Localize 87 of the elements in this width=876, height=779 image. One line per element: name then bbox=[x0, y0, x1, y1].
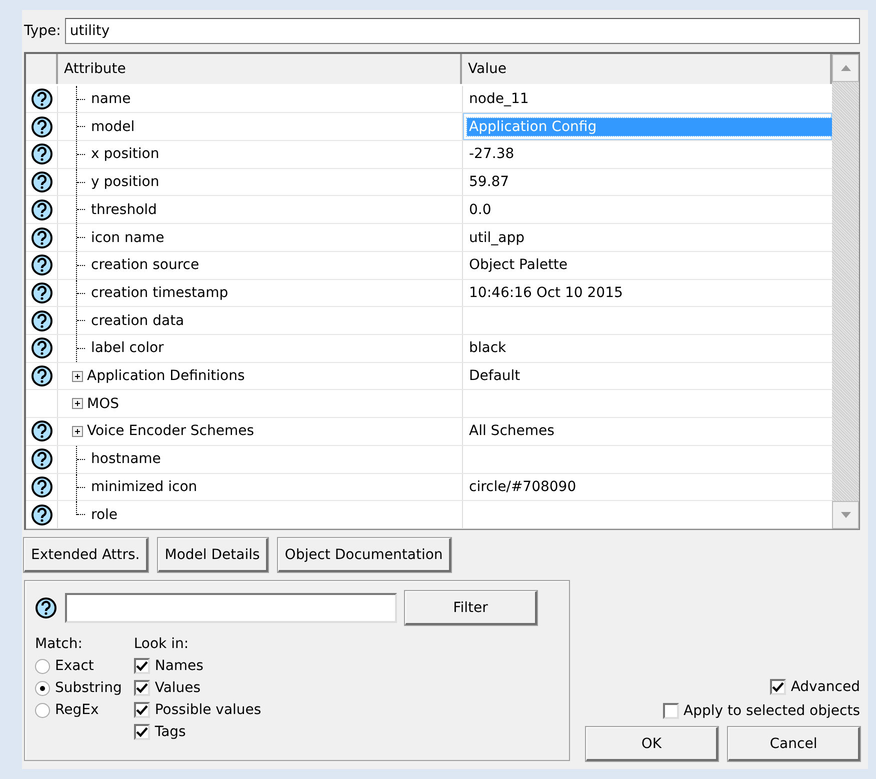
column-header[interactable]: Attribute bbox=[58, 54, 462, 84]
radio-button[interactable] bbox=[35, 680, 50, 696]
checkbox[interactable] bbox=[134, 724, 150, 740]
help-icon[interactable] bbox=[30, 337, 52, 360]
expand-icon[interactable] bbox=[72, 426, 83, 437]
attribute-name[interactable]: x position bbox=[91, 146, 160, 162]
type-label: Type: bbox=[24, 23, 61, 39]
tree-connector bbox=[76, 446, 87, 473]
radio-label[interactable]: Substring bbox=[55, 677, 122, 699]
attribute-name[interactable]: label color bbox=[91, 340, 164, 356]
attribute-name[interactable]: creation timestamp bbox=[91, 284, 228, 301]
checkbox[interactable] bbox=[134, 680, 150, 696]
help-icon[interactable] bbox=[30, 448, 52, 470]
checkbox[interactable] bbox=[770, 679, 786, 695]
action-button[interactable]: Extended Attrs. bbox=[24, 538, 148, 572]
checkbox-label[interactable]: Tags bbox=[154, 721, 186, 743]
tree-connector bbox=[76, 196, 87, 224]
checkbox[interactable] bbox=[662, 703, 679, 719]
action-button[interactable]: Object Documentation bbox=[278, 538, 451, 572]
attribute-value[interactable]: black bbox=[467, 339, 508, 358]
attribute-name[interactable]: hostname bbox=[91, 451, 161, 468]
attribute-value[interactable]: 10:46:16 Oct 10 2015 bbox=[467, 284, 625, 302]
checkbox-label[interactable]: Values bbox=[154, 677, 201, 699]
tree-connector bbox=[76, 307, 87, 334]
action-button[interactable]: Model Details bbox=[158, 538, 268, 572]
radio-button[interactable] bbox=[35, 702, 50, 718]
tree-connector bbox=[76, 168, 87, 196]
checkbox-label[interactable]: Advanced bbox=[790, 679, 860, 695]
look-in-label: Look in: bbox=[134, 635, 190, 654]
radio-label[interactable]: RegEx bbox=[55, 699, 99, 721]
expand-icon[interactable] bbox=[72, 398, 83, 410]
radio-label[interactable]: Exact bbox=[55, 655, 94, 677]
help-icon[interactable] bbox=[30, 476, 52, 498]
help-icon[interactable] bbox=[30, 365, 52, 388]
checkbox-label[interactable]: Names bbox=[154, 655, 204, 677]
help-icon[interactable] bbox=[30, 254, 52, 276]
checkbox[interactable] bbox=[134, 658, 150, 674]
tree-connector bbox=[76, 113, 87, 140]
attribute-name[interactable]: Application Definitions bbox=[87, 368, 245, 384]
attribute-name[interactable]: role bbox=[91, 506, 118, 523]
match-label: Match: bbox=[35, 635, 84, 654]
expand-icon[interactable] bbox=[72, 370, 83, 382]
attribute-value[interactable]: All Schemes bbox=[467, 422, 556, 440]
filter-button[interactable]: Filter bbox=[405, 591, 537, 625]
attribute-name[interactable]: model bbox=[91, 118, 135, 135]
attribute-name[interactable]: threshold bbox=[91, 202, 157, 218]
attribute-name[interactable]: y position bbox=[91, 174, 160, 190]
checkbox-label[interactable]: Possible values bbox=[154, 699, 262, 721]
radio-button[interactable] bbox=[35, 658, 50, 674]
attribute-name[interactable]: icon name bbox=[91, 230, 164, 246]
tree-connector bbox=[76, 224, 87, 251]
dialog-button[interactable]: OK bbox=[586, 727, 718, 761]
attribute-value[interactable]: Object Palette bbox=[467, 256, 570, 274]
help-icon[interactable] bbox=[30, 198, 52, 221]
help-icon[interactable] bbox=[35, 597, 57, 619]
tree-connector bbox=[76, 280, 87, 306]
attribute-name[interactable]: MOS bbox=[87, 396, 119, 412]
checkbox-label[interactable]: Apply to selected objects bbox=[684, 703, 860, 719]
help-icon[interactable] bbox=[30, 310, 52, 332]
help-icon[interactable] bbox=[30, 171, 52, 194]
help-icon[interactable] bbox=[30, 116, 52, 138]
tree-connector bbox=[76, 86, 87, 112]
attribute-value[interactable]: 0.0 bbox=[467, 200, 494, 219]
attribute-name[interactable]: name bbox=[91, 91, 131, 108]
attribute-name[interactable]: creation source bbox=[91, 257, 200, 274]
checkbox[interactable] bbox=[134, 702, 150, 718]
attribute-name[interactable]: Voice Encoder Schemes bbox=[87, 423, 254, 440]
help-icon[interactable] bbox=[30, 504, 52, 526]
attribute-value[interactable]: 59.87 bbox=[467, 173, 512, 192]
help-icon[interactable] bbox=[30, 88, 52, 110]
tree-connector bbox=[76, 141, 87, 168]
attribute-name[interactable]: creation data bbox=[91, 312, 184, 329]
help-icon[interactable] bbox=[30, 143, 52, 166]
attribute-value[interactable]: Default bbox=[467, 367, 522, 386]
tree-connector bbox=[76, 252, 87, 279]
attribute-value[interactable]: circle/#708090 bbox=[467, 478, 578, 496]
attribute-value[interactable]: util_app bbox=[467, 228, 526, 247]
tree-connector bbox=[76, 335, 87, 362]
attribute-name[interactable]: minimized icon bbox=[91, 478, 198, 495]
help-icon[interactable] bbox=[30, 282, 52, 304]
attribute-value[interactable]: -27.38 bbox=[467, 145, 516, 164]
attribute-value[interactable]: node_11 bbox=[467, 90, 531, 108]
filter-field[interactable] bbox=[65, 593, 397, 623]
dialog-button[interactable]: Cancel bbox=[728, 727, 860, 761]
help-icon[interactable] bbox=[30, 420, 52, 442]
type-field[interactable]: utility bbox=[64, 18, 860, 44]
help-icon[interactable] bbox=[30, 226, 52, 249]
